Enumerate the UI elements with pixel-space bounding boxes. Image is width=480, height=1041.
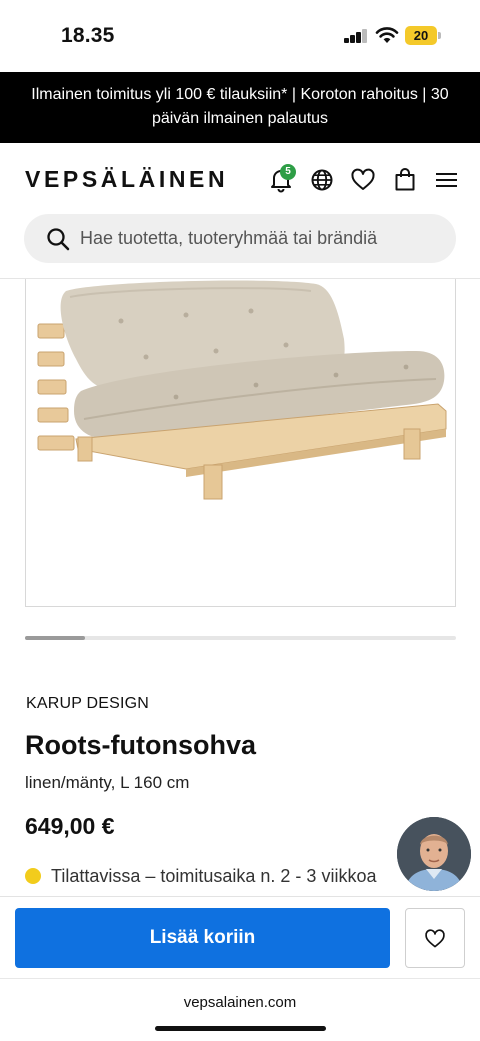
- gallery-scrollbar[interactable]: [25, 636, 456, 640]
- heart-icon: [425, 929, 445, 948]
- product-variant: linen/mänty, L 160 cm: [25, 773, 190, 792]
- heart-icon[interactable]: [350, 167, 376, 193]
- status-time: 18.35: [61, 24, 115, 47]
- search-bar[interactable]: [24, 214, 456, 263]
- product-price: 649,00 €: [25, 813, 115, 839]
- wishlist-button[interactable]: [405, 908, 465, 968]
- search-input[interactable]: [80, 214, 440, 263]
- customer-service-avatar[interactable]: [397, 817, 471, 891]
- gallery-scroll-thumb[interactable]: [25, 636, 85, 640]
- availability-text: Tilattavissa – toimitusaika n. 2 - 3 vii…: [51, 866, 377, 886]
- add-to-cart-button[interactable]: Lisää koriin: [15, 908, 390, 968]
- promo-banner[interactable]: Ilmainen toimitus yli 100 € tilauksiin* …: [0, 72, 480, 143]
- availability-status: Tilattavissa – toimitusaika n. 2 - 3 vii…: [25, 866, 376, 887]
- menu-icon[interactable]: [433, 167, 459, 193]
- wifi-icon: [375, 26, 399, 44]
- availability-dot-icon: [25, 868, 41, 884]
- site-header: VEPSÄLÄINEN: [0, 143, 480, 279]
- futon-sofa-image: [37, 280, 447, 500]
- home-indicator[interactable]: [155, 1026, 326, 1031]
- product-title: Roots-futonsohva: [25, 730, 256, 760]
- shopping-bag-icon[interactable]: [392, 167, 418, 193]
- status-bar: 18.35 20: [0, 0, 480, 72]
- battery-icon: 20: [405, 26, 441, 45]
- site-logo[interactable]: VEPSÄLÄINEN: [25, 166, 228, 193]
- search-icon: [46, 227, 70, 251]
- product-brand[interactable]: KARUP DESIGN: [26, 695, 149, 713]
- cellular-signal-icon: [344, 29, 370, 43]
- product-image-frame[interactable]: [25, 279, 456, 607]
- battery-level: 20: [405, 26, 437, 45]
- browser-url-bar[interactable]: vepsalainen.com: [0, 978, 480, 1041]
- notification-badge: 5: [280, 164, 296, 180]
- globe-icon[interactable]: [309, 167, 335, 193]
- action-bar: Lisää koriin: [0, 896, 480, 978]
- browser-url[interactable]: vepsalainen.com: [0, 994, 480, 1011]
